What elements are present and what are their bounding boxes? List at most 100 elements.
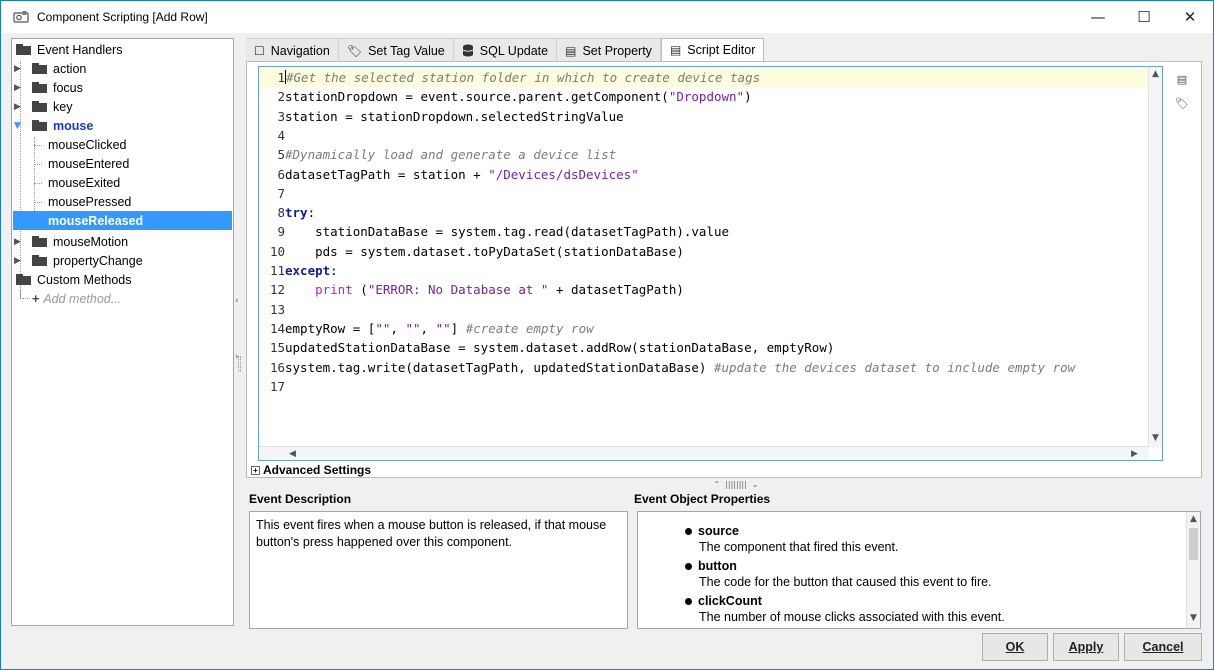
code-text[interactable]: except:	[285, 262, 338, 280]
tree-item-mouseclicked[interactable]: mouseClicked	[48, 135, 127, 154]
code-text[interactable]: stationDataBase = system.tag.read(datase…	[285, 223, 729, 241]
scroll-right-icon[interactable]: ▶	[1131, 447, 1138, 460]
tab-set-property[interactable]: ▤ Set Property	[557, 38, 661, 62]
tree-item-mouseexited[interactable]: mouseExited	[48, 173, 120, 192]
title-bar: Component Scripting [Add Row] — ☐ ✕	[1, 1, 1213, 33]
horizontal-splitter[interactable]: ⌃ |||||||| ⌄	[701, 480, 771, 490]
collapse-left-icon[interactable]: ‹	[235, 296, 239, 306]
code-line[interactable]: 2stationDropdown = event.source.parent.g…	[259, 88, 1149, 106]
tree-item-action[interactable]: ▶ action	[14, 59, 86, 78]
folder-open-icon	[16, 274, 31, 285]
line-number: 3	[277, 108, 285, 124]
code-text[interactable]: system.tag.write(datasetTagPath, updated…	[285, 359, 1075, 377]
tree-item-custom-methods[interactable]: Custom Methods	[16, 270, 131, 289]
properties-scrollbar[interactable]: ▲ ▼	[1186, 512, 1200, 628]
scroll-up-icon[interactable]: ▲	[1149, 69, 1162, 79]
tree-item-key[interactable]: ▶ key	[14, 97, 72, 116]
code-line[interactable]: 11except:	[259, 262, 1149, 280]
code-text[interactable]: print ("ERROR: No Database at " + datase…	[285, 281, 684, 299]
code-text[interactable]: updatedStationDataBase = system.dataset.…	[285, 339, 834, 357]
editor-vertical-scrollbar[interactable]: ▲ ▼	[1148, 67, 1162, 448]
expand-right-icon[interactable]: ›	[235, 352, 239, 362]
scroll-up-icon[interactable]: ▲	[1187, 514, 1200, 524]
code-line[interactable]: 16system.tag.write(datasetTagPath, updat…	[259, 359, 1149, 377]
line-number: 4	[277, 127, 285, 143]
code-text[interactable]: station = stationDropdown.selectedString…	[285, 108, 624, 126]
advanced-settings-toggle[interactable]: + Advanced Settings	[251, 463, 371, 477]
chevron-right-icon[interactable]: ▶	[14, 83, 24, 93]
line-number: 11	[269, 263, 285, 278]
line-number: 9	[277, 224, 285, 240]
tree-item-propertychange[interactable]: ▶ propertyChange	[14, 251, 143, 270]
chevron-right-icon[interactable]: ▶	[14, 64, 24, 74]
tree-item-mouse[interactable]: ▼ mouse	[14, 116, 93, 135]
minimize-button[interactable]: —	[1075, 1, 1121, 33]
folder-icon	[32, 255, 47, 266]
scroll-down-icon[interactable]: ▼	[1149, 433, 1162, 443]
ok-button[interactable]: OK	[982, 633, 1048, 661]
database-icon	[462, 44, 473, 57]
add-method-item[interactable]: + Add method...	[32, 289, 121, 308]
code-text[interactable]: #Dynamically load and generate a device …	[285, 146, 616, 164]
close-button[interactable]: ✕	[1167, 1, 1213, 33]
cancel-button[interactable]: Cancel	[1124, 633, 1202, 661]
code-text[interactable]: pds = system.dataset.toPyDataSet(station…	[285, 243, 684, 261]
code-line[interactable]: 6datasetTagPath = station + "/Devices/ds…	[259, 166, 1149, 184]
tab-script-editor[interactable]: ▤ Script Editor	[660, 38, 765, 62]
line-number: 17	[269, 378, 285, 394]
editor-side-tools: ▤ 🏷	[1167, 67, 1197, 121]
folder-open-icon	[16, 44, 31, 55]
code-text[interactable]: #Get the selected station folder in whic…	[285, 69, 760, 87]
properties-list-icon[interactable]: ▤	[1167, 67, 1197, 91]
tree-item-mouseentered[interactable]: mouseEntered	[48, 154, 129, 173]
code-line[interactable]: 4	[259, 127, 1149, 145]
chevron-right-icon[interactable]: ▶	[14, 102, 24, 112]
code-line[interactable]: 3station = stationDropdown.selectedStrin…	[259, 108, 1149, 126]
bullet-icon	[685, 562, 692, 570]
line-number: 8	[277, 205, 285, 221]
code-text[interactable]: emptyRow = ["", "", ""] #create empty ro…	[285, 320, 594, 338]
action-tabs: ☐ Navigation 🏷 Set Tag Value SQL Update …	[246, 38, 765, 62]
code-text[interactable]: stationDropdown = event.source.parent.ge…	[285, 88, 752, 106]
code-line[interactable]: 5#Dynamically load and generate a device…	[259, 146, 1149, 164]
code-line[interactable]: 7	[259, 185, 1149, 203]
code-line[interactable]: 15updatedStationDataBase = system.datase…	[259, 339, 1149, 357]
code-line[interactable]: 9 stationDataBase = system.tag.read(data…	[259, 223, 1149, 241]
code-line[interactable]: 12 print ("ERROR: No Database at " + dat…	[259, 281, 1149, 299]
tab-set-tag-value[interactable]: 🏷 Set Tag Value	[338, 38, 454, 62]
scroll-down-icon[interactable]: ▼	[1187, 613, 1200, 623]
code-line[interactable]: 8try:	[259, 204, 1149, 222]
folder-open-icon	[32, 120, 47, 131]
maximize-button[interactable]: ☐	[1121, 1, 1167, 33]
vertical-splitter[interactable]: ‹ ›	[234, 38, 244, 628]
code-text[interactable]: datasetTagPath = station + "/Devices/dsD…	[285, 166, 639, 184]
code-line[interactable]: 14emptyRow = ["", "", ""] #create empty …	[259, 320, 1149, 338]
tab-navigation[interactable]: ☐ Navigation	[246, 38, 339, 62]
scroll-left-icon[interactable]: ◀	[289, 447, 296, 460]
tree-item-event-handlers[interactable]: Event Handlers	[16, 40, 122, 59]
tab-sql-update[interactable]: SQL Update	[453, 38, 558, 62]
tag-browser-icon[interactable]: 🏷	[1167, 91, 1197, 115]
apply-button[interactable]: Apply	[1053, 633, 1119, 661]
tree-item-focus[interactable]: ▶ focus	[14, 78, 83, 97]
code-text[interactable]: try:	[285, 204, 315, 222]
code-line[interactable]: 17	[259, 378, 1149, 396]
code-line[interactable]: 13	[259, 301, 1149, 319]
tree-item-mousereleased[interactable]: mouseReleased	[13, 211, 232, 230]
editor-horizontal-scrollbar[interactable]: ◀ ▶	[259, 446, 1149, 460]
chevron-right-icon[interactable]: ▶	[14, 256, 24, 266]
line-number: 2	[277, 89, 285, 105]
property-source: source The component that fired this eve…	[685, 524, 898, 554]
chevron-down-icon[interactable]: ▼	[14, 121, 24, 131]
property-icon: ▤	[565, 43, 577, 58]
event-handler-tree: Event Handlers ▶ action ▶ focus ▶ key ▼ …	[11, 38, 234, 626]
code-line[interactable]: 1#Get the selected station folder in whi…	[259, 69, 1149, 87]
expand-plus-icon[interactable]: +	[251, 465, 260, 475]
folder-icon	[32, 82, 47, 93]
tree-item-mousemotion[interactable]: ▶ mouseMotion	[14, 232, 128, 251]
scroll-thumb[interactable]	[1189, 528, 1198, 560]
script-editor[interactable]: 1#Get the selected station folder in whi…	[258, 66, 1163, 461]
code-line[interactable]: 10 pds = system.dataset.toPyDataSet(stat…	[259, 243, 1149, 261]
tree-item-mousepressed[interactable]: mousePressed	[48, 192, 131, 211]
chevron-right-icon[interactable]: ▶	[14, 237, 24, 247]
